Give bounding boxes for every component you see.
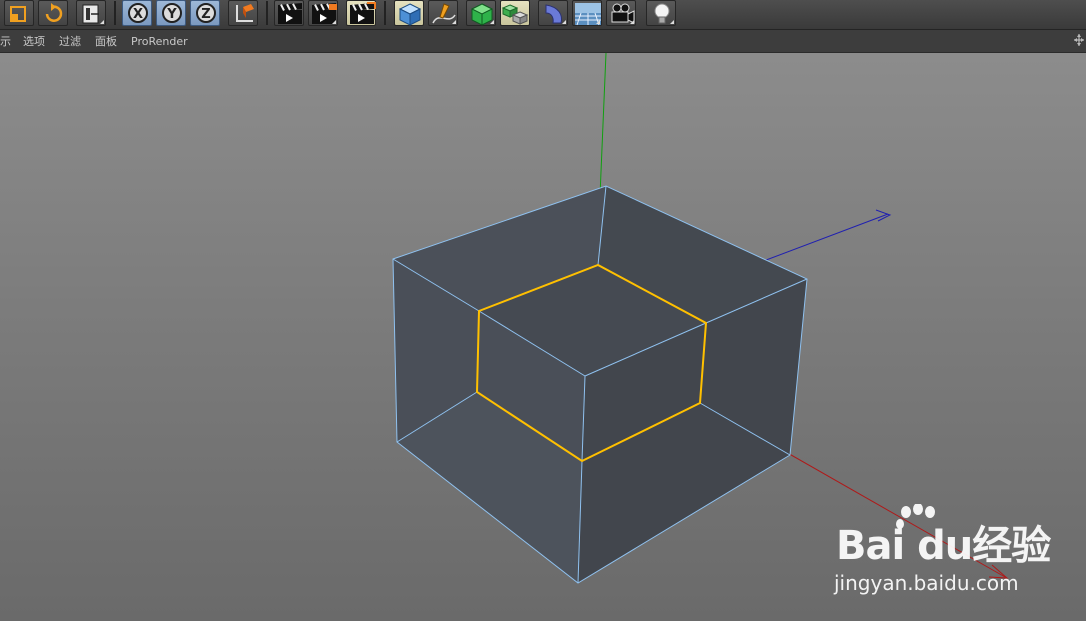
dropdown-indicator-icon	[452, 20, 456, 24]
dropdown-indicator-icon	[562, 20, 566, 24]
deformer-bend-button[interactable]	[538, 0, 568, 26]
light-button[interactable]	[646, 0, 676, 26]
toolbar-separator	[114, 1, 116, 25]
dropdown-indicator-icon	[490, 20, 494, 24]
panel-move-handle-icon[interactable]	[1074, 34, 1084, 46]
rotate-button[interactable]	[38, 0, 68, 26]
y-axis-lock-icon: Y	[162, 3, 182, 23]
toolbar: X Y Z	[0, 0, 1086, 30]
dropdown-indicator-icon	[670, 20, 674, 24]
render-picture-viewer-button[interactable]	[308, 0, 338, 26]
rotate-icon	[45, 3, 63, 22]
edit-render-settings-button[interactable]	[346, 0, 376, 26]
edit-render-settings-icon	[350, 2, 376, 24]
dropdown-indicator-icon	[630, 20, 634, 24]
menu-options[interactable]: 选项	[23, 35, 45, 48]
x-axis-lock-button[interactable]: X	[122, 0, 152, 26]
svg-text:Y: Y	[166, 7, 177, 22]
dropdown-indicator-icon	[332, 20, 336, 24]
cube-icon	[398, 3, 422, 26]
baidu-logo-text: Bai du经验	[836, 523, 1051, 569]
watermark-url: jingyan.baidu.com	[834, 571, 1019, 595]
dropdown-indicator-icon	[596, 20, 600, 24]
menu-panel[interactable]: 面板	[95, 35, 117, 48]
subdivision-surface-button[interactable]	[466, 0, 496, 26]
coordinate-system-button[interactable]	[76, 0, 106, 26]
toolbar-separator	[384, 1, 386, 25]
menu-display[interactable]: 示	[0, 35, 11, 48]
viewport-menu-bar: 示 选项 过滤 面板 ProRender	[0, 30, 1086, 53]
baidu-jingyan-watermark: Bai du经验 jingyan.baidu.com	[830, 504, 1051, 604]
z-axis-lock-button[interactable]: Z	[190, 0, 220, 26]
render-view-icon	[278, 3, 302, 24]
y-axis-lock-button[interactable]: Y	[156, 0, 186, 26]
cube-primitive-button[interactable]	[394, 0, 424, 26]
world-coordinates-icon	[236, 4, 254, 22]
menu-filter[interactable]: 过滤	[59, 35, 81, 48]
svg-text:Z: Z	[201, 7, 210, 22]
array-clone-icon	[501, 4, 529, 25]
scale-icon	[10, 6, 26, 22]
dropdown-indicator-icon	[100, 20, 104, 24]
floor-button[interactable]	[572, 0, 602, 26]
render-view-button[interactable]	[274, 0, 304, 26]
cube-mesh[interactable]	[392, 185, 808, 584]
z-axis-lock-icon: Z	[196, 3, 216, 23]
array-clone-button[interactable]	[500, 0, 530, 26]
toolbar-separator	[266, 1, 268, 25]
menu-prorender[interactable]: ProRender	[131, 35, 188, 48]
svg-text:X: X	[133, 7, 143, 22]
camera-button[interactable]	[606, 0, 636, 26]
scale-button[interactable]	[4, 0, 34, 26]
x-axis-lock-icon: X	[128, 3, 148, 23]
world-coordinates-button[interactable]	[228, 0, 258, 26]
pen-spline-button[interactable]	[428, 0, 458, 26]
